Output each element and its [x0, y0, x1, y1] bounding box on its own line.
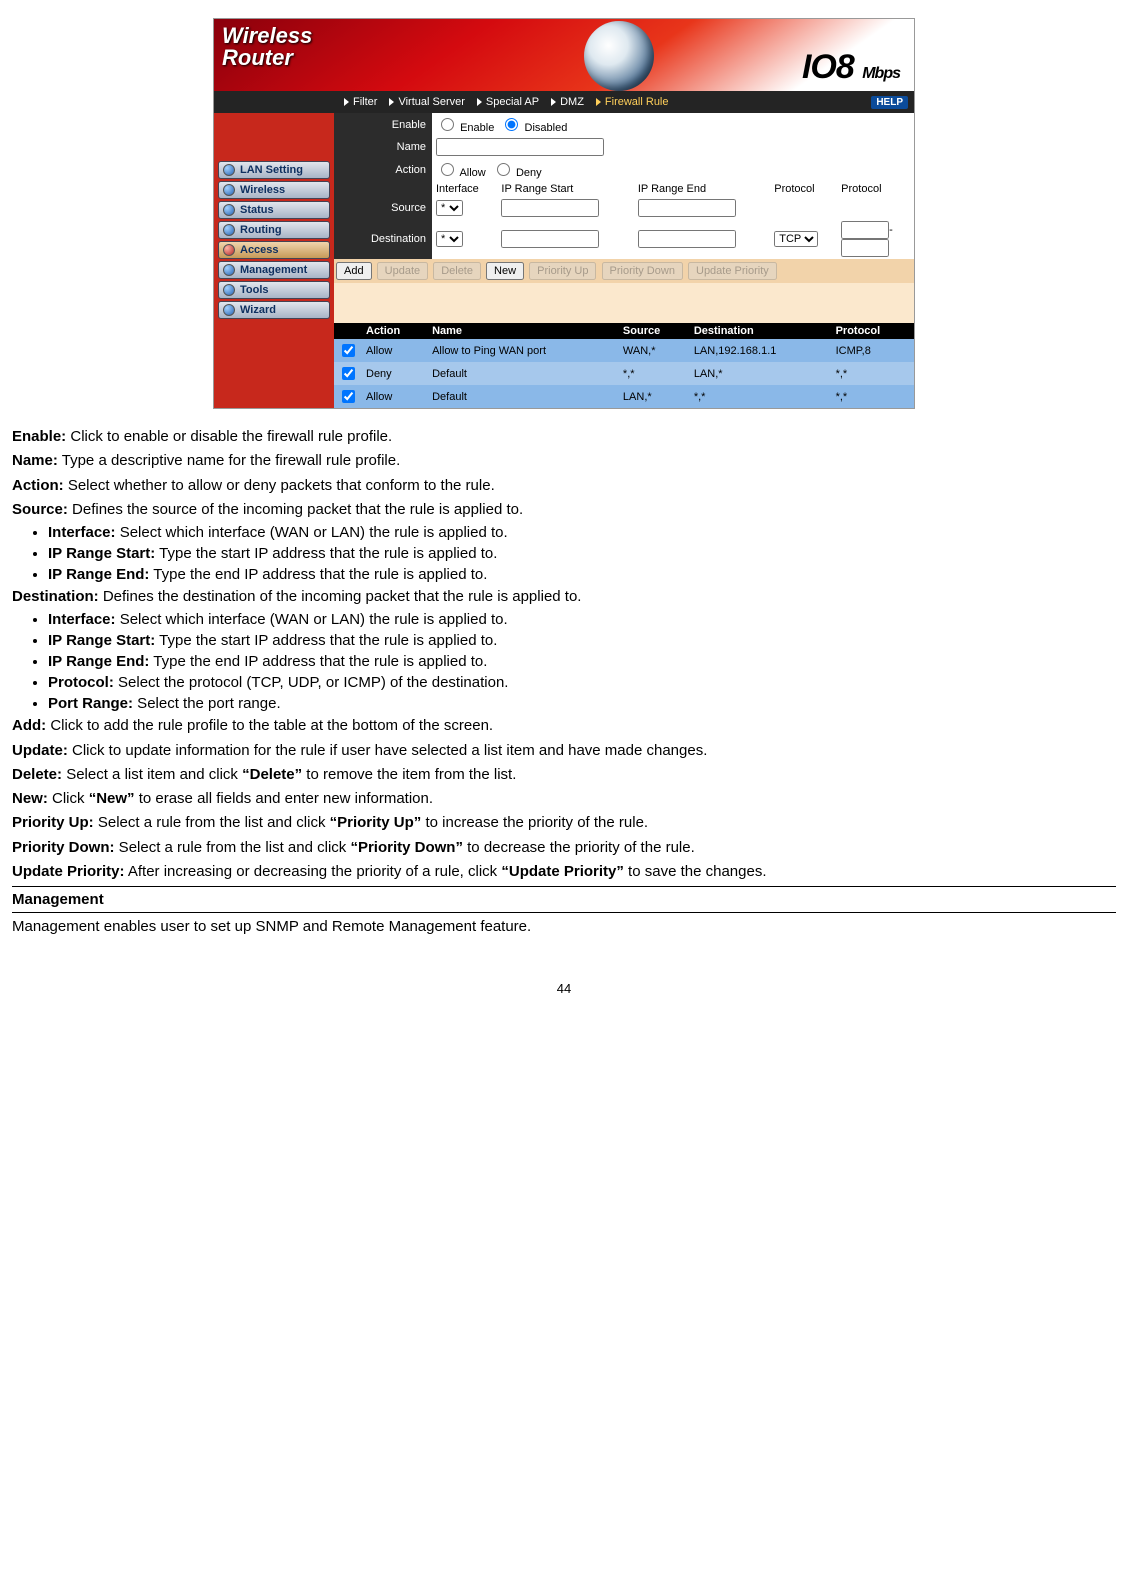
bullet-icon: [223, 204, 235, 216]
dest-interface-select[interactable]: *: [436, 231, 463, 247]
dest-ipend-input[interactable]: [638, 230, 736, 248]
priority-down-button[interactable]: Priority Down: [602, 262, 683, 280]
new-button[interactable]: New: [486, 262, 524, 280]
term-source: Source:: [12, 501, 68, 518]
bullet-icon: [223, 264, 235, 276]
col-interface: Interface: [432, 181, 497, 197]
bullet-icon: [223, 284, 235, 296]
triangle-icon: [596, 98, 601, 106]
brand-line1: Wireless: [222, 25, 312, 47]
sidebar-item-lan[interactable]: LAN Setting: [218, 161, 330, 179]
term-delete: Delete:: [12, 766, 62, 783]
sidebar-item-tools[interactable]: Tools: [218, 281, 330, 299]
tab-special-ap[interactable]: Special AP: [477, 96, 539, 108]
rules-table: Action Name Source Destination Protocol …: [334, 323, 914, 408]
sidebar-item-status[interactable]: Status: [218, 201, 330, 219]
rules-col-dest: Destination: [690, 323, 832, 339]
rules-col-action: Action: [362, 323, 428, 339]
bullet-icon: [223, 164, 235, 176]
term-new: New:: [12, 790, 48, 807]
documentation: Enable: Click to enable or disable the f…: [12, 427, 1116, 937]
term-priority-down: Priority Down:: [12, 839, 115, 856]
management-heading: Management: [12, 891, 1116, 908]
button-bar: Add Update Delete New Priority Up Priori…: [334, 259, 914, 283]
triangle-icon: [389, 98, 394, 106]
tab-firewall-rule[interactable]: Firewall Rule: [596, 96, 669, 108]
term-destination: Destination:: [12, 588, 99, 605]
firewall-form: Enable Enable Disabled Name Action Allow…: [334, 113, 914, 259]
sidebar-item-access[interactable]: Access: [218, 241, 330, 259]
label-source: Source: [334, 197, 432, 219]
term-update: Update:: [12, 742, 68, 759]
name-input[interactable]: [436, 138, 604, 156]
rules-col-name: Name: [428, 323, 619, 339]
term-enable: Enable:: [12, 428, 66, 445]
col-ipstart: IP Range Start: [497, 181, 633, 197]
update-priority-button[interactable]: Update Priority: [688, 262, 777, 280]
label-destination: Destination: [334, 219, 432, 259]
brand-line2: Router: [222, 47, 312, 69]
triangle-icon: [551, 98, 556, 106]
tab-filter[interactable]: Filter: [344, 96, 377, 108]
router-screenshot: Wireless Router IO8 Mbps Filter Virtual …: [213, 18, 915, 409]
globe-graphic: [584, 21, 654, 91]
sidebar-item-wizard[interactable]: Wizard: [218, 301, 330, 319]
add-button[interactable]: Add: [336, 262, 372, 280]
port-end-input[interactable]: [841, 239, 889, 257]
col-protocol2: Protocol: [837, 181, 914, 197]
destination-list: Interface: Select which interface (WAN o…: [48, 611, 1116, 712]
speed-big: IO8: [802, 48, 854, 86]
top-tabs: Filter Virtual Server Special AP DMZ Fir…: [214, 91, 914, 113]
deny-radio[interactable]: [497, 163, 510, 176]
disabled-radio[interactable]: [505, 118, 518, 131]
rule-check[interactable]: [342, 344, 355, 357]
brand-logo: Wireless Router: [222, 25, 312, 69]
router-header: Wireless Router IO8 Mbps: [214, 19, 914, 91]
bullet-icon: [223, 304, 235, 316]
term-priority-up: Priority Up:: [12, 814, 94, 831]
triangle-icon: [477, 98, 482, 106]
rule-check[interactable]: [342, 390, 355, 403]
tab-virtual-server[interactable]: Virtual Server: [389, 96, 464, 108]
source-ipstart-input[interactable]: [501, 199, 599, 217]
bullet-icon: [223, 224, 235, 236]
content-area: Enable Enable Disabled Name Action Allow…: [334, 113, 914, 408]
rules-col-proto: Protocol: [832, 323, 914, 339]
speed-badge: IO8 Mbps: [802, 48, 900, 87]
label-action: Action: [334, 158, 432, 181]
dest-ipstart-input[interactable]: [501, 230, 599, 248]
rule-check[interactable]: [342, 367, 355, 380]
col-protocol: Protocol: [770, 181, 837, 197]
sidebar-item-management[interactable]: Management: [218, 261, 330, 279]
allow-radio[interactable]: [441, 163, 454, 176]
term-add: Add:: [12, 717, 46, 734]
bullet-icon: [223, 184, 235, 196]
col-ipend: IP Range End: [634, 181, 770, 197]
source-ipend-input[interactable]: [638, 199, 736, 217]
page-number: 44: [12, 981, 1116, 996]
speed-small: Mbps: [862, 65, 900, 82]
sidebar-item-routing[interactable]: Routing: [218, 221, 330, 239]
delete-button[interactable]: Delete: [433, 262, 481, 280]
enable-radio[interactable]: [441, 118, 454, 131]
help-button[interactable]: HELP: [871, 96, 908, 109]
label-enable: Enable: [334, 113, 432, 136]
term-action: Action:: [12, 477, 64, 494]
source-interface-select[interactable]: *: [436, 200, 463, 216]
tab-dmz[interactable]: DMZ: [551, 96, 584, 108]
sidebar-item-wireless[interactable]: Wireless: [218, 181, 330, 199]
label-name: Name: [334, 136, 432, 158]
bullet-icon: [223, 244, 235, 256]
sidebar: LAN Setting Wireless Status Routing Acce…: [214, 113, 334, 408]
priority-up-button[interactable]: Priority Up: [529, 262, 596, 280]
term-update-priority: Update Priority:: [12, 863, 125, 880]
source-list: Interface: Select which interface (WAN o…: [48, 524, 1116, 583]
triangle-icon: [344, 98, 349, 106]
update-button[interactable]: Update: [377, 262, 428, 280]
management-text: Management enables user to set up SNMP a…: [12, 917, 1116, 937]
port-start-input[interactable]: [841, 221, 889, 239]
term-name: Name:: [12, 452, 58, 469]
rules-col-source: Source: [619, 323, 690, 339]
dest-protocol-select[interactable]: TCP: [774, 231, 818, 247]
